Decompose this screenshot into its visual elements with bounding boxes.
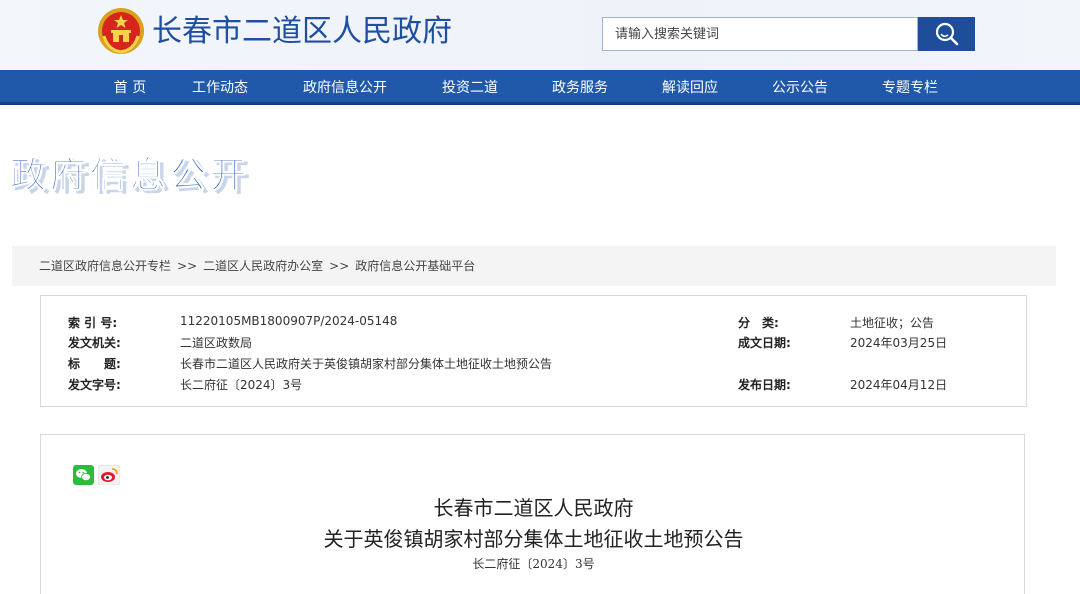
nav-item-home[interactable]: 首 页 (100, 70, 160, 105)
meta-category-value: 土地征收；公告 (850, 316, 935, 330)
search-box (602, 17, 918, 51)
breadcrumb-item-platform[interactable]: 政府信息公开基础平台 (355, 259, 475, 273)
breadcrumb-item-column[interactable]: 二道区政府信息公开专栏 (39, 259, 171, 273)
breadcrumb-bar: 二道区政府信息公开专栏 >> 二道区人民政府办公室 >> 政府信息公开基础平台 (12, 246, 1056, 286)
article-doc-number: 长二府征〔2024〕3号 (472, 557, 595, 571)
nav-item-gov-info[interactable]: 政府信息公开 (290, 70, 400, 105)
breadcrumb-separator: >> (177, 259, 198, 273)
article-title-line1: 长春市二道区人民政府 (433, 496, 634, 520)
wechat-share-icon[interactable] (73, 465, 94, 485)
nav-item-investment[interactable]: 投资二道 (430, 70, 510, 105)
meta-created-label: 成文日期: (738, 336, 791, 350)
breadcrumb-separator: >> (329, 259, 350, 273)
breadcrumb: 二道区政府信息公开专栏 >> 二道区人民政府办公室 >> 政府信息公开基础平台 (39, 246, 475, 286)
meta-title-value: 长春市二道区人民政府关于英俊镇胡家村部分集体土地征收土地预公告 (180, 357, 553, 371)
meta-issuer-label: 发文机关: (68, 336, 121, 350)
site-title[interactable]: 长春市二道区人民政府 (152, 12, 452, 52)
article-title-line2: 关于英俊镇胡家村部分集体土地征收土地预公告 (323, 527, 744, 551)
site-header: 长春市二道区人民政府 (0, 0, 1080, 70)
meta-index-label: 索 引 号: (68, 316, 118, 330)
nav-item-work-news[interactable]: 工作动态 (180, 70, 260, 105)
nav-item-announcements[interactable]: 公示公告 (760, 70, 840, 105)
meta-docno-label: 发文字号: (68, 378, 121, 392)
meta-category-label: 分 类: (738, 316, 779, 330)
meta-title-label: 标 题: (68, 357, 121, 371)
search-input[interactable] (603, 18, 917, 50)
national-emblem-icon[interactable] (96, 6, 146, 56)
meta-created-value: 2024年03月25日 (850, 336, 948, 350)
nav-item-topics[interactable]: 专题专栏 (870, 70, 950, 105)
section-title-banner: 政府信息公开 政府信息公开 (10, 154, 250, 200)
meta-index-value: 11220105MB1800907P/2024-05148 (180, 314, 398, 328)
section-title: 政府信息公开 (10, 154, 250, 196)
meta-published-value: 2024年04月12日 (850, 378, 948, 392)
meta-docno-value: 长二府征〔2024〕3号 (180, 378, 303, 392)
nav-item-interpretation[interactable]: 解读回应 (650, 70, 730, 105)
article-content: 长春市二道区人民政府 关于英俊镇胡家村部分集体土地征收土地预公告 长二府征〔20… (40, 434, 1025, 594)
main-nav: 首 页 工作动态 政府信息公开 投资二道 政务服务 解读回应 公示公告 专题专栏 (0, 70, 1080, 105)
document-meta-box: 索 引 号: 11220105MB1800907P/2024-05148 发文机… (40, 295, 1027, 407)
nav-item-services[interactable]: 政务服务 (540, 70, 620, 105)
weibo-share-icon[interactable] (98, 465, 120, 485)
search-button[interactable] (918, 17, 975, 51)
search-icon (935, 22, 958, 46)
meta-issuer-value: 二道区政数局 (180, 336, 253, 350)
meta-published-label: 发布日期: (738, 378, 791, 392)
breadcrumb-item-office[interactable]: 二道区人民政府办公室 (203, 259, 323, 273)
